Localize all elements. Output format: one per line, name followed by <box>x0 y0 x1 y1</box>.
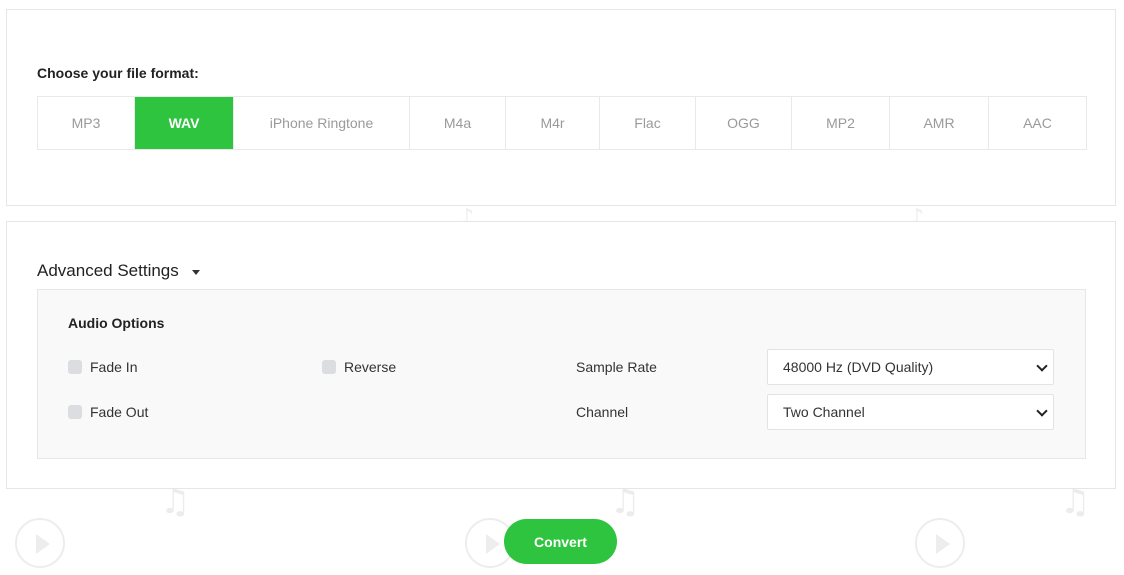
fade-out-label: Fade Out <box>90 404 149 420</box>
advanced-settings-panel: Advanced Settings Audio Options Fade In … <box>6 221 1116 489</box>
format-option-m4a[interactable]: M4a <box>410 97 506 149</box>
checkbox-icon[interactable] <box>322 360 336 374</box>
format-option-mp2[interactable]: MP2 <box>792 97 890 149</box>
channel-label: Channel <box>576 404 629 420</box>
play-circle-icon <box>15 518 65 568</box>
format-option-iphone-ringtone[interactable]: iPhone Ringtone <box>234 97 410 149</box>
reverse-checkbox[interactable]: Reverse <box>322 359 396 375</box>
convert-button[interactable]: Convert <box>504 519 617 564</box>
format-selector: MP3 WAV iPhone Ringtone M4a M4r Flac OGG… <box>37 96 1087 150</box>
sample-rate-value: 48000 Hz (DVD Quality) <box>783 359 934 375</box>
sample-rate-select[interactable]: 48000 Hz (DVD Quality) <box>767 349 1054 385</box>
advanced-settings-toggle[interactable]: Advanced Settings <box>37 261 200 281</box>
format-label: Choose your file format: <box>37 65 199 81</box>
format-option-aac[interactable]: AAC <box>989 97 1086 149</box>
audio-options-title: Audio Options <box>68 315 165 331</box>
format-option-ogg[interactable]: OGG <box>696 97 792 149</box>
chevron-down-icon <box>1036 405 1048 417</box>
format-option-flac[interactable]: Flac <box>600 97 696 149</box>
sample-rate-label: Sample Rate <box>576 359 657 375</box>
play-circle-icon <box>915 518 965 568</box>
checkbox-icon[interactable] <box>68 405 82 419</box>
format-option-m4r[interactable]: M4r <box>506 97 600 149</box>
format-option-mp3[interactable]: MP3 <box>38 97 135 149</box>
advanced-settings-title: Advanced Settings <box>37 261 179 280</box>
channel-value: Two Channel <box>783 404 865 420</box>
channel-select[interactable]: Two Channel <box>767 394 1054 430</box>
format-panel: Choose your file format: MP3 WAV iPhone … <box>6 9 1116 206</box>
checkbox-icon[interactable] <box>68 360 82 374</box>
fade-in-label: Fade In <box>90 359 138 375</box>
audio-options-box: Audio Options Fade In Reverse Fade Out S… <box>37 289 1086 459</box>
caret-down-icon <box>191 269 200 275</box>
format-option-amr[interactable]: AMR <box>890 97 989 149</box>
fade-out-checkbox[interactable]: Fade Out <box>68 404 148 420</box>
fade-in-checkbox[interactable]: Fade In <box>68 359 137 375</box>
reverse-label: Reverse <box>344 359 397 375</box>
chevron-down-icon <box>1036 360 1048 372</box>
format-option-wav[interactable]: WAV <box>135 97 234 149</box>
